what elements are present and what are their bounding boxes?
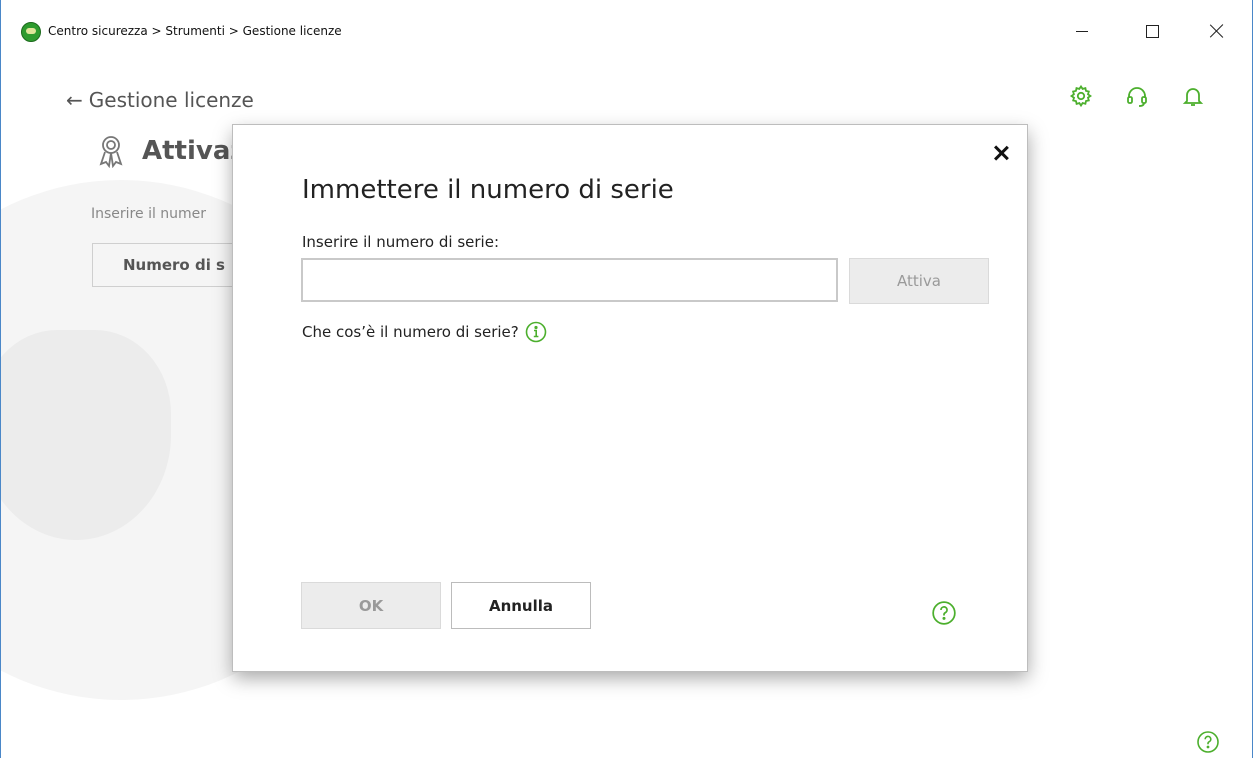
activate-button[interactable]: Attiva <box>849 258 989 304</box>
notifications-button[interactable] <box>1181 82 1205 110</box>
settings-button[interactable] <box>1069 82 1093 110</box>
maximize-button[interactable] <box>1129 16 1175 46</box>
support-headset-icon <box>1127 87 1147 107</box>
app-logo-icon <box>21 22 41 42</box>
dialog-title: Immettere il numero di serie <box>302 175 674 205</box>
info-icon <box>525 321 547 343</box>
page-hint: Inserire il numer <box>91 206 207 222</box>
back-link[interactable]: ← Gestione licenze <box>66 88 254 112</box>
maximize-icon <box>1145 24 1159 38</box>
serial-field-label: Inserire il numero di serie: <box>302 233 499 251</box>
app-window: Centro sicurezza > Strumenti > Gestione … <box>0 0 1253 758</box>
close-icon <box>1210 24 1224 38</box>
info-button[interactable] <box>525 321 547 343</box>
serial-number-dialog: Immettere il numero di serie Inserire il… <box>232 124 1028 672</box>
help-icon <box>932 601 956 625</box>
ok-button[interactable]: OK <box>301 582 441 629</box>
toolbar-icons <box>1069 82 1205 110</box>
help-icon <box>1197 731 1219 753</box>
dialog-close-icon[interactable] <box>993 145 1009 161</box>
settings-icon <box>1069 84 1092 108</box>
minimize-button[interactable] <box>1059 16 1105 46</box>
dialog-help-button[interactable] <box>931 600 957 630</box>
page-title: Attivaz <box>142 136 246 166</box>
support-button[interactable] <box>1125 82 1149 110</box>
page-header: Attivaz <box>96 134 246 168</box>
close-window-button[interactable] <box>1194 16 1240 46</box>
title-bar: Centro sicurezza > Strumenti > Gestione … <box>1 0 1252 44</box>
page-help-button[interactable] <box>1196 730 1220 758</box>
serial-info-text: Che cos’è il numero di serie? <box>302 323 519 341</box>
window-title: Centro sicurezza > Strumenti > Gestione … <box>48 24 342 38</box>
back-link-label: Gestione licenze <box>88 88 254 112</box>
certificate-icon <box>99 136 123 168</box>
minimize-icon <box>1076 30 1088 32</box>
cancel-button[interactable]: Annulla <box>451 582 591 629</box>
serial-number-input[interactable] <box>301 258 838 302</box>
serial-info-link[interactable]: Che cos’è il numero di serie? <box>302 321 547 343</box>
back-arrow-icon: ← <box>66 88 83 112</box>
notification-bell-icon <box>1182 88 1204 106</box>
